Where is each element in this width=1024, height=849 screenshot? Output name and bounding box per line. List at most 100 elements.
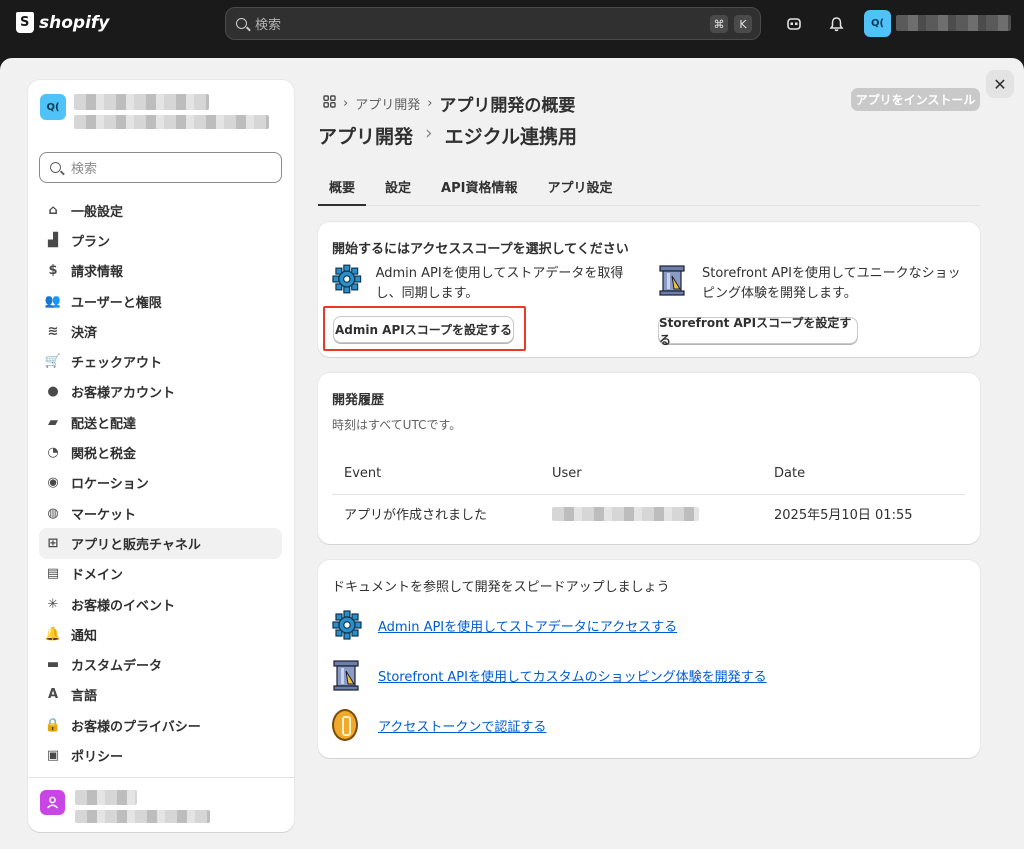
sidebar-user-profile[interactable] [40,790,210,823]
sidebar-item-label: お客様のイベント [71,598,176,614]
sidebar-item-users[interactable]: 👥 ユーザーと権限 [39,286,282,316]
shopify-logo[interactable]: shopify [16,12,109,33]
breadcrumb-parent[interactable]: アプリ開発 [355,94,420,113]
close-button[interactable]: ✕ [986,70,1014,98]
page-title-app-name: エジクル連携用 [444,126,578,148]
plan-chart-icon: ▟ [48,232,58,248]
redacted-user-cell [552,507,699,521]
sidebar-item-label: 決済 [71,325,98,341]
user-avatar-icon [40,790,65,815]
page-title-parent[interactable]: アプリ開発 [318,122,413,149]
sidebar-item-customer-events[interactable]: ✳ お客様のイベント [39,589,282,619]
sidebar-store-avatar: Q( [40,94,66,120]
sidebar-item-label: お客様アカウント [71,386,176,402]
sidebar-item-plan[interactable]: ▟ プラン [39,225,282,255]
breadcrumb-current: アプリ開発の概要 [439,96,576,116]
location-icon: ◉ [47,475,59,491]
sidebar-item-custom-data[interactable]: ▬ カスタムデータ [39,649,282,679]
column-header-date: Date [774,466,806,481]
sidebar-item-label: お客様のプライバシー [71,719,201,735]
sidebar-item-label: 関税と税金 [71,447,137,463]
doc-link-access-token-text[interactable]: アクセストークンで認証する [378,716,546,735]
sidebar-item-taxes[interactable]: ◔ 関税と税金 [39,437,282,467]
bell-icon: 🔔 [44,626,62,642]
tab-overview[interactable]: 概要 [318,168,367,206]
close-icon: ✕ [993,74,1007,94]
tab-configuration[interactable]: 設定 [374,168,422,205]
policy-icon: ▣ [46,747,60,763]
sidebar-search-placeholder: 検索 [71,162,98,177]
sidebar-item-domains[interactable]: ▤ ドメイン [39,559,282,589]
documentation-card: ドキュメントを参照して開発をスピードアップしましょう Admin APIを使用し… [318,560,980,758]
sidebar-item-label: チェックアウト [71,356,163,372]
tab-api-credentials[interactable]: API資格情報 [430,168,528,205]
sidebar-item-shipping[interactable]: ▰ 配送と配達 [39,407,282,437]
k-key-hint: K [734,15,752,33]
sidebar-item-policies[interactable]: ▣ ポリシー [39,740,282,770]
redacted-store-title [74,94,209,110]
sidebar-item-label: ロケーション [71,477,149,493]
docs-title: ドキュメントを参照して開発をスピードアップしましょう [332,580,670,595]
storefront-api-description: Storefront APIを使用してユニークなショッピング体験を開発します。 [702,266,961,301]
storefront-pillar-icon [333,660,359,691]
sidebar-divider [28,777,294,778]
history-title: 開発履歴 [332,393,385,408]
sidebar-item-markets[interactable]: ◍ マーケット [39,498,282,528]
sidebar-item-billing[interactable]: $ 請求情報 [39,256,282,286]
sidebar-item-payments[interactable]: ≋ 決済 [39,316,282,346]
sidebar-item-label: 請求情報 [71,265,124,281]
sidebar-search-input[interactable]: 検索 [39,152,282,183]
chevron-right-icon: › [427,96,433,111]
column-header-user: User [552,466,582,481]
admin-api-gear-icon [332,264,362,294]
globe-icon: ◍ [47,505,59,521]
sidebar-item-locations[interactable]: ◉ ロケーション [39,468,282,498]
sidebar-item-apps[interactable]: ⊞ アプリと販売チャネル [39,528,282,559]
breadcrumb: › アプリ開発 › アプリ開発の概要 [323,91,575,116]
redacted-store-name [896,15,1011,31]
doc-link-admin-api-text[interactable]: Admin APIを使用してストアデータにアクセスする [378,616,677,635]
doc-link-admin-api: Admin APIを使用してストアデータにアクセスする [332,610,677,640]
sidekick-icon[interactable] [784,14,804,34]
search-icon [50,162,61,173]
development-history-card: 開発履歴 時刻はすべてUTCです。 Event User Date アプリが作成… [318,373,980,544]
redacted-store-url [74,115,269,129]
access-token-coin-icon [332,709,358,741]
storefront-pillar-icon [659,265,685,296]
sidebar-item-languages[interactable]: A 言語 [39,680,282,710]
apps-icon: ⊞ [47,535,59,551]
global-search-placeholder: 検索 [255,18,282,33]
store-avatar[interactable]: Q( [864,10,891,37]
sidebar-item-checkout[interactable]: 🛒 チェックアウト [39,346,282,376]
sidebar-item-notifications[interactable]: 🔔 通知 [39,619,282,649]
payments-icon: ≋ [47,323,59,339]
sidebar-item-label: 通知 [71,628,98,644]
sidebar-item-customer-privacy[interactable]: 🔒 お客様のプライバシー [39,710,282,740]
search-icon [236,18,247,29]
tab-bar: 概要 設定 API資格情報 アプリ設定 [318,168,980,206]
chevron-right-icon: › [343,96,349,111]
admin-api-description: Admin APIを使用してストアデータを取得し、同期します。 [375,266,624,301]
global-search-input[interactable]: 検索 ⌘ K [225,7,761,40]
admin-api-gear-icon [332,610,362,640]
page-title-separator: › [425,122,433,144]
person-icon: ● [47,384,59,400]
sidebar-item-label: アプリと販売チャネル [71,537,201,553]
brand-name: shopify [39,12,110,33]
tab-app-settings[interactable]: アプリ設定 [536,168,623,205]
shopify-bag-icon [16,12,34,33]
notification-bell-icon[interactable] [826,14,846,34]
configure-storefront-api-scopes-button[interactable]: Storefront APIスコープを設定する [658,316,858,347]
sidebar-item-general[interactable]: ⌂ 一般設定 [39,195,282,225]
install-app-button[interactable]: アプリをインストール [851,88,980,111]
doc-link-storefront-api-text[interactable]: Storefront APIを使用してカスタムのショッピング体験を開発する [378,666,767,685]
sidebar-item-customer-accounts[interactable]: ● お客様アカウント [39,377,282,407]
sidebar-item-label: ドメイン [71,568,124,584]
sidebar-store-header[interactable]: Q( [40,94,269,129]
apps-grid-icon[interactable] [323,95,336,112]
billing-icon: $ [48,263,58,279]
sidebar-item-label: 一般設定 [71,204,124,220]
top-bar: shopify 検索 ⌘ K Q( [0,0,1024,48]
history-row-event: アプリが作成されました [344,508,488,523]
language-icon: A [47,687,59,703]
